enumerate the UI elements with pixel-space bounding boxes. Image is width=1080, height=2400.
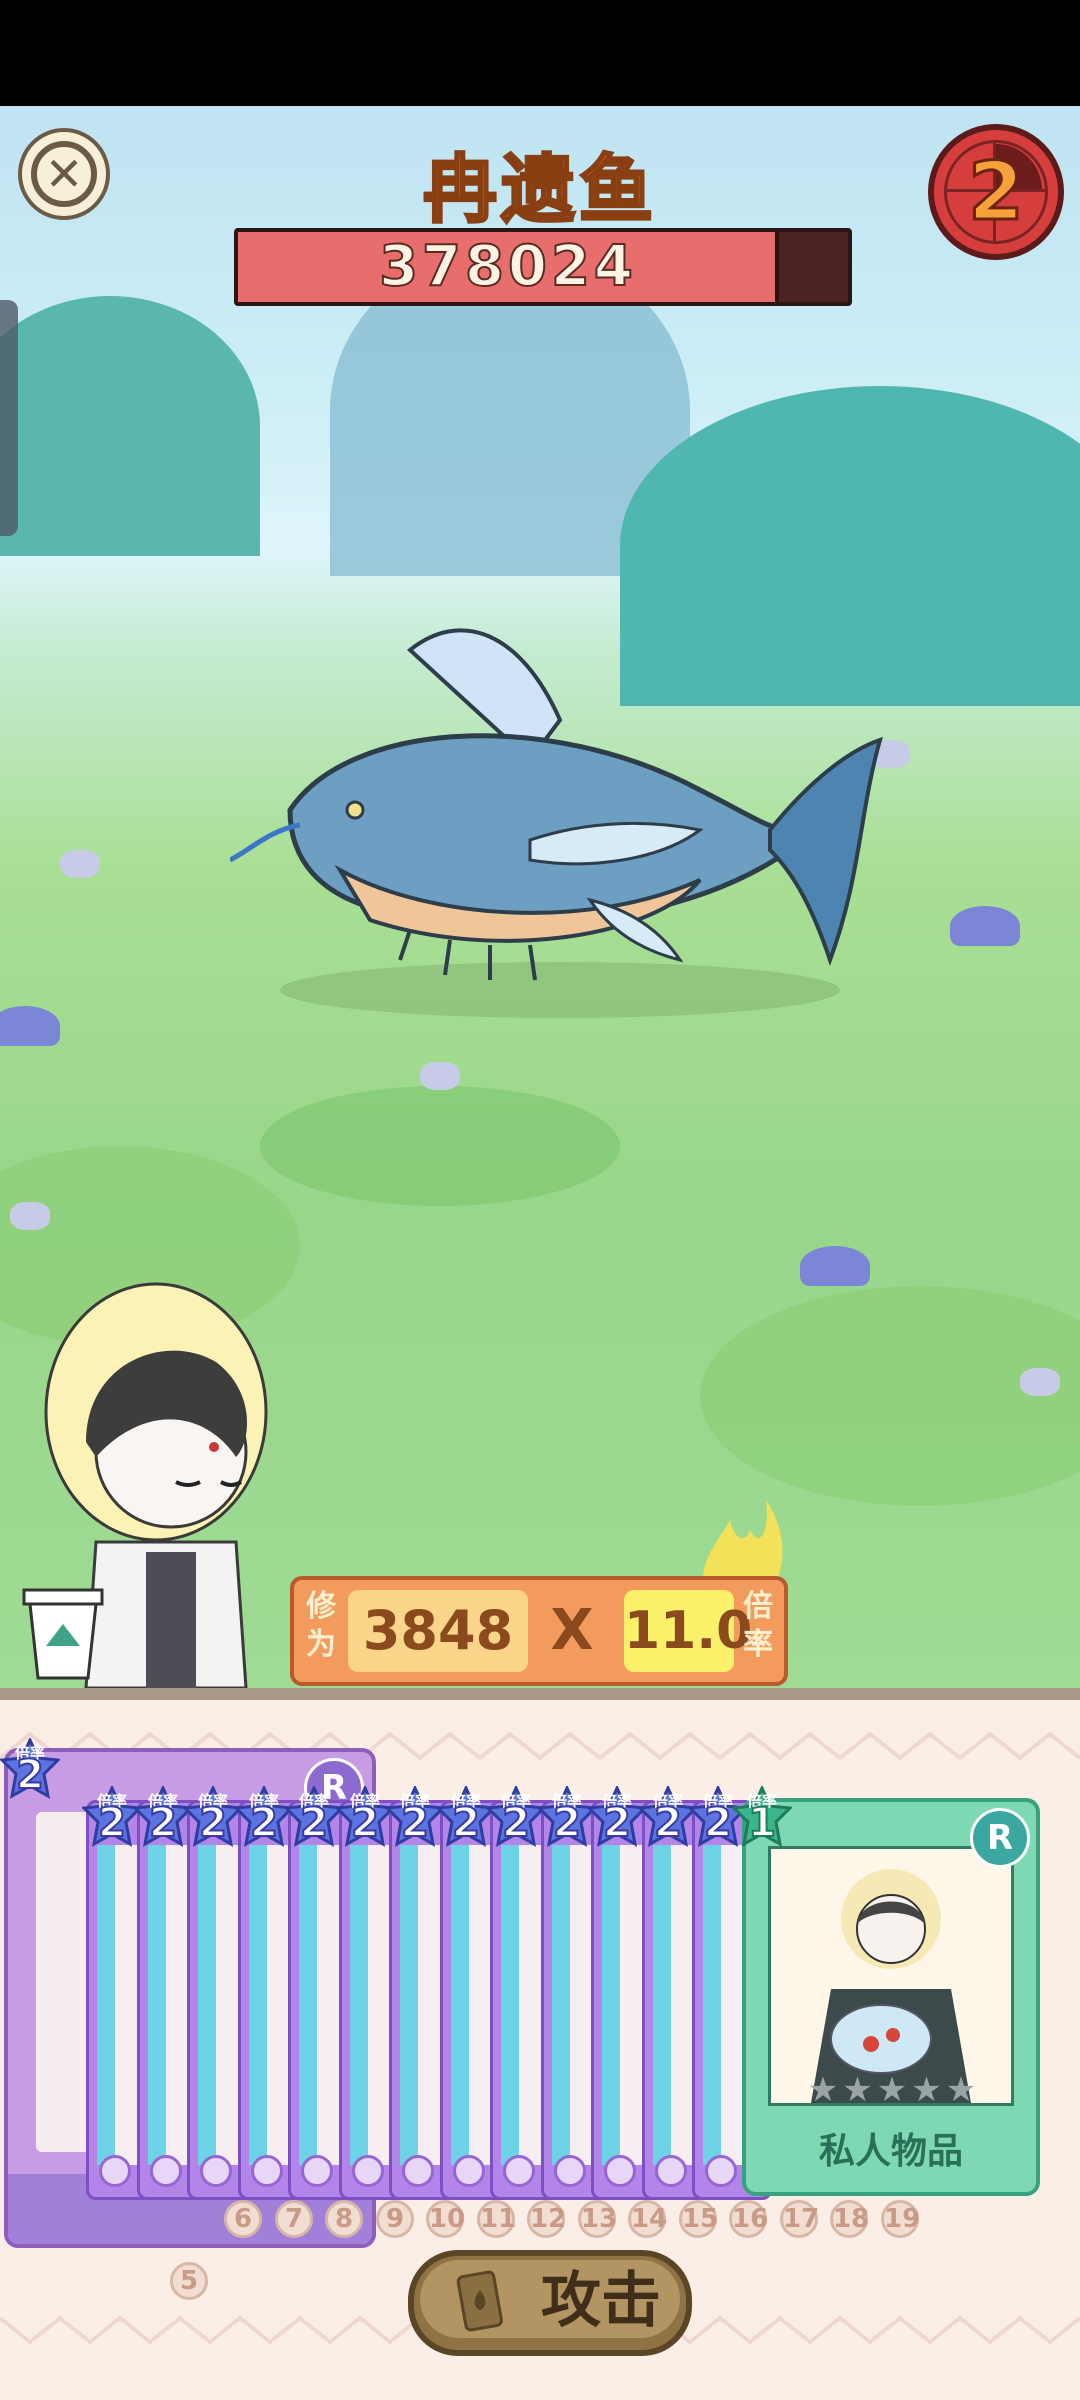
card-number-badge: 9 (376, 2200, 414, 2238)
multiply-sign: X (550, 1598, 594, 1663)
hand-card-personal-item[interactable]: ★★★★★ 私人物品 R (742, 1798, 1040, 2196)
cultivation-panel: 修为 3848 X 11.0 倍率 (290, 1576, 788, 1686)
cup-skill-button[interactable] (20, 1582, 106, 1682)
side-drawer-handle[interactable] (0, 300, 18, 536)
enemy-hp-bar: 378024 (234, 228, 852, 306)
card-number-badge: 15 (679, 2200, 718, 2238)
card-play-icon (456, 2270, 503, 2332)
card-number-badge: 13 (578, 2200, 617, 2238)
card-number-badge: 17 (780, 2200, 819, 2238)
card-rate-badge: 倍率 2 (0, 1738, 60, 1804)
card-portrait (768, 1846, 1014, 2106)
rock (10, 1202, 50, 1230)
card-number-badge: 19 (881, 2200, 920, 2238)
card-number-badge: 11 (477, 2200, 516, 2238)
card-number-badge: 10 (426, 2200, 465, 2238)
card-number-badge: 5 (170, 2262, 208, 2300)
round-number: 2 (967, 144, 1026, 240)
card-name: 私人物品 (818, 2131, 963, 2172)
flower (950, 906, 1020, 946)
card-number-badge: 8 (325, 2200, 363, 2238)
card-star-rating: ★★★★★ (807, 2070, 981, 2110)
enemy-fish-monster (230, 628, 883, 1018)
card-number-badge: 14 (628, 2200, 667, 2238)
multiplier-value: 11.0 (624, 1601, 753, 1661)
rock (1020, 1368, 1060, 1396)
card-number-badge: 6 (224, 2200, 262, 2238)
background-mountain (0, 296, 260, 556)
card-number-badge: 12 (527, 2200, 566, 2238)
rarity-badge: R (970, 1808, 1030, 1868)
card-illustration (811, 1869, 971, 2103)
attack-label: 攻击 (541, 2266, 661, 2336)
card-rate-badge: 倍率 1 (732, 1786, 792, 1852)
card-number-badge: 18 (830, 2200, 869, 2238)
grass-patch (260, 1086, 620, 1206)
card-number-badge: 7 (275, 2200, 313, 2238)
flower (0, 1006, 60, 1046)
enemy-name: 冉遗鱼 (422, 146, 657, 235)
rock (420, 1062, 460, 1090)
enemy-hp-value: 378024 (378, 233, 637, 300)
card-number-badge: 16 (729, 2200, 768, 2238)
multiplier-label: 倍率 (743, 1589, 773, 1662)
attack-button[interactable]: 攻击 (408, 2250, 692, 2356)
rock (60, 850, 100, 878)
grass-patch (700, 1286, 1080, 1506)
cultivation-value: 3848 (362, 1599, 514, 1662)
flower (800, 1246, 870, 1286)
status-bar (0, 0, 1080, 106)
round-timer: 2 (928, 124, 1064, 260)
cultivation-label: 修为 (306, 1589, 336, 1662)
